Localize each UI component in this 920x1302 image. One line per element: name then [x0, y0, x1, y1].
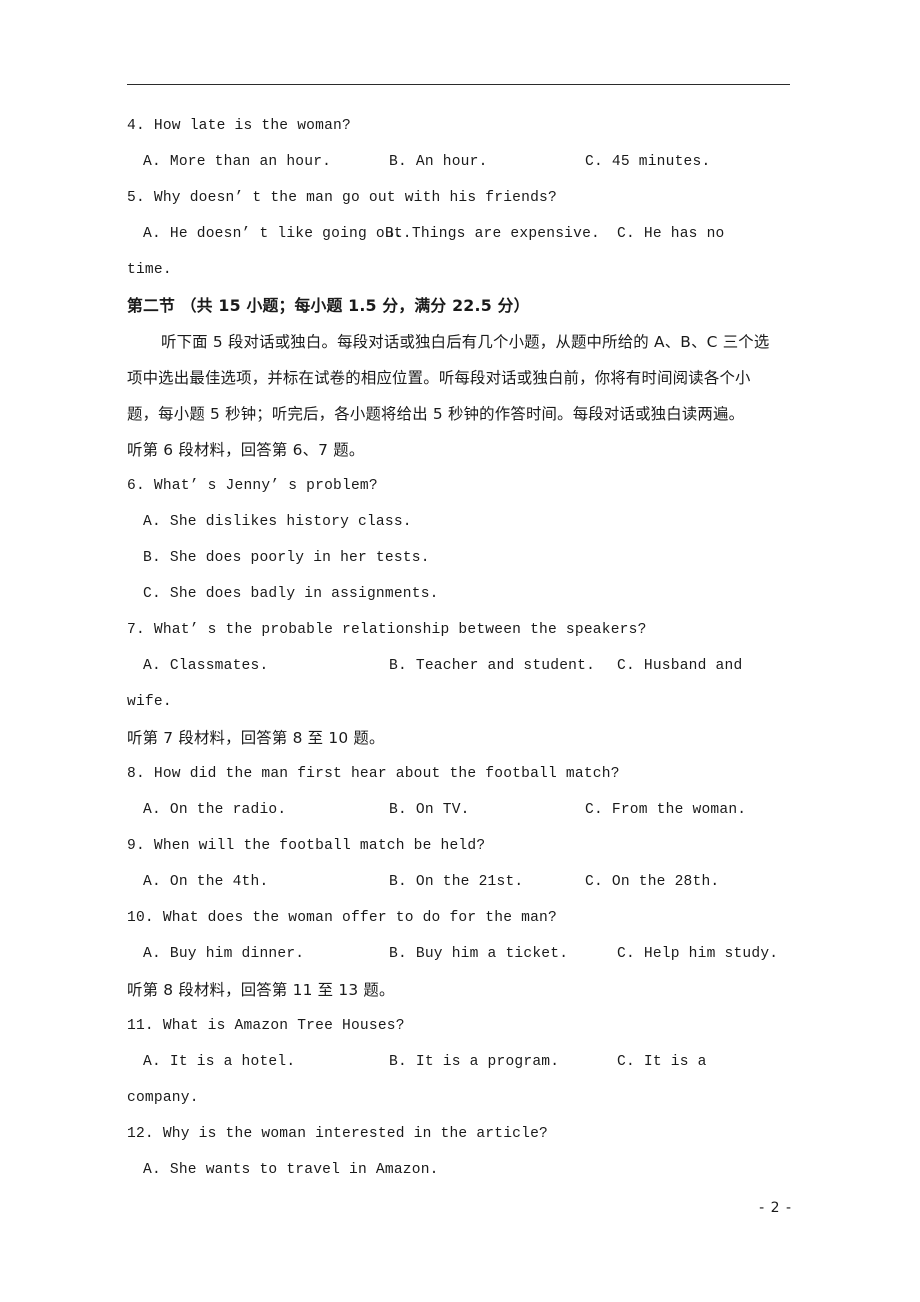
question-stem-q5: 5. Why doesn’ t the man go out with his … [127, 190, 557, 206]
question-stem-q9: 9. When will the football match be held? [127, 838, 486, 854]
option-q10-a: A. Buy him dinner. [143, 946, 305, 962]
option-q7-a: A. Classmates. [143, 658, 269, 674]
options-row-q11: A. It is a hotel. B. It is a program. C.… [127, 1044, 792, 1080]
options-row-q10: A. Buy him dinner. B. Buy him a ticket. … [127, 936, 792, 972]
page-header-rule [127, 84, 790, 85]
question-stem-q6: 6. What’ s Jenny’ s problem? [127, 478, 378, 494]
option-q6-a: A. She dislikes history class. [143, 514, 412, 530]
option-q6-b: B. She does poorly in her tests. [143, 550, 430, 566]
section-instruction-line-2: 项中选出最佳选项，并标在试卷的相应位置。听每段对话或独白前，你将有时间阅读各个小 [127, 369, 751, 387]
option-q8-a: A. On the radio. [143, 802, 287, 818]
material-label-8: 听第 8 段材料，回答第 11 至 13 题。 [127, 981, 395, 999]
option-q10-b: B. Buy him a ticket. [389, 946, 569, 962]
option-q11-b: B. It is a program. [389, 1054, 560, 1070]
exam-page: 4. How late is the woman? A. More than a… [0, 0, 920, 1302]
question-stem-q8: 8. How did the man first hear about the … [127, 766, 620, 782]
option-q12-a: A. She wants to travel in Amazon. [143, 1162, 439, 1178]
options-row-q7: A. Classmates. B. Teacher and student. C… [127, 648, 792, 684]
option-q7-c: C. Husband and [617, 658, 743, 674]
options-row-q8: A. On the radio. B. On TV. C. From the w… [127, 792, 792, 828]
option-q6-c: C. She does badly in assignments. [143, 586, 439, 602]
option-q9-a: A. On the 4th. [143, 874, 269, 890]
option-q4-c: C. 45 minutes. [585, 154, 711, 170]
question-stem-q4: 4. How late is the woman? [127, 118, 351, 134]
option-q5-c: C. He has no [617, 226, 725, 242]
question-stem-q11: 11. What is Amazon Tree Houses? [127, 1018, 405, 1034]
material-label-6: 听第 6 段材料，回答第 6、7 题。 [127, 441, 365, 459]
material-label-7: 听第 7 段材料，回答第 8 至 10 题。 [127, 729, 385, 747]
option-q7-c-wrap: wife. [127, 694, 172, 710]
options-row-q4: A. More than an hour. B. An hour. C. 45 … [127, 144, 792, 180]
option-q5-c-wrap: time. [127, 262, 172, 278]
section-heading: 第二节 （共 15 小题；每小题 1.5 分，满分 22.5 分） [127, 296, 530, 315]
option-q5-a: A. He doesn’ t like going out. [143, 226, 412, 242]
option-q9-c: C. On the 28th. [585, 874, 720, 890]
question-stem-q12: 12. Why is the woman interested in the a… [127, 1126, 549, 1142]
option-q8-c: C. From the woman. [585, 802, 747, 818]
option-q9-b: B. On the 21st. [389, 874, 524, 890]
option-q7-b: B. Teacher and student. [389, 658, 596, 674]
option-q10-c: C. Help him study. [617, 946, 779, 962]
option-q11-a: A. It is a hotel. [143, 1054, 296, 1070]
option-q11-c-wrap: company. [127, 1090, 199, 1106]
option-q8-b: B. On TV. [389, 802, 470, 818]
option-q4-a: A. More than an hour. [143, 154, 332, 170]
option-q4-b: B. An hour. [389, 154, 488, 170]
section-instruction-line-1: 听下面 5 段对话或独白。每段对话或独白后有几个小题，从题中所给的 A、B、C … [161, 333, 770, 351]
option-q5-b: B. Things are expensive. [385, 226, 600, 242]
question-stem-q10: 10. What does the woman offer to do for … [127, 910, 557, 926]
page-content: 4. How late is the woman? A. More than a… [127, 108, 792, 1188]
options-row-q5: A. He doesn’ t like going out. B. Things… [127, 216, 792, 252]
options-row-q9: A. On the 4th. B. On the 21st. C. On the… [127, 864, 792, 900]
section-instruction-line-3: 题，每小题 5 秒钟；听完后，各小题将给出 5 秒钟的作答时间。每段对话或独白读… [127, 405, 745, 423]
option-q11-c: C. It is a [617, 1054, 707, 1070]
question-stem-q7: 7. What’ s the probable relationship bet… [127, 622, 647, 638]
page-number: - 2 - [759, 1200, 792, 1216]
